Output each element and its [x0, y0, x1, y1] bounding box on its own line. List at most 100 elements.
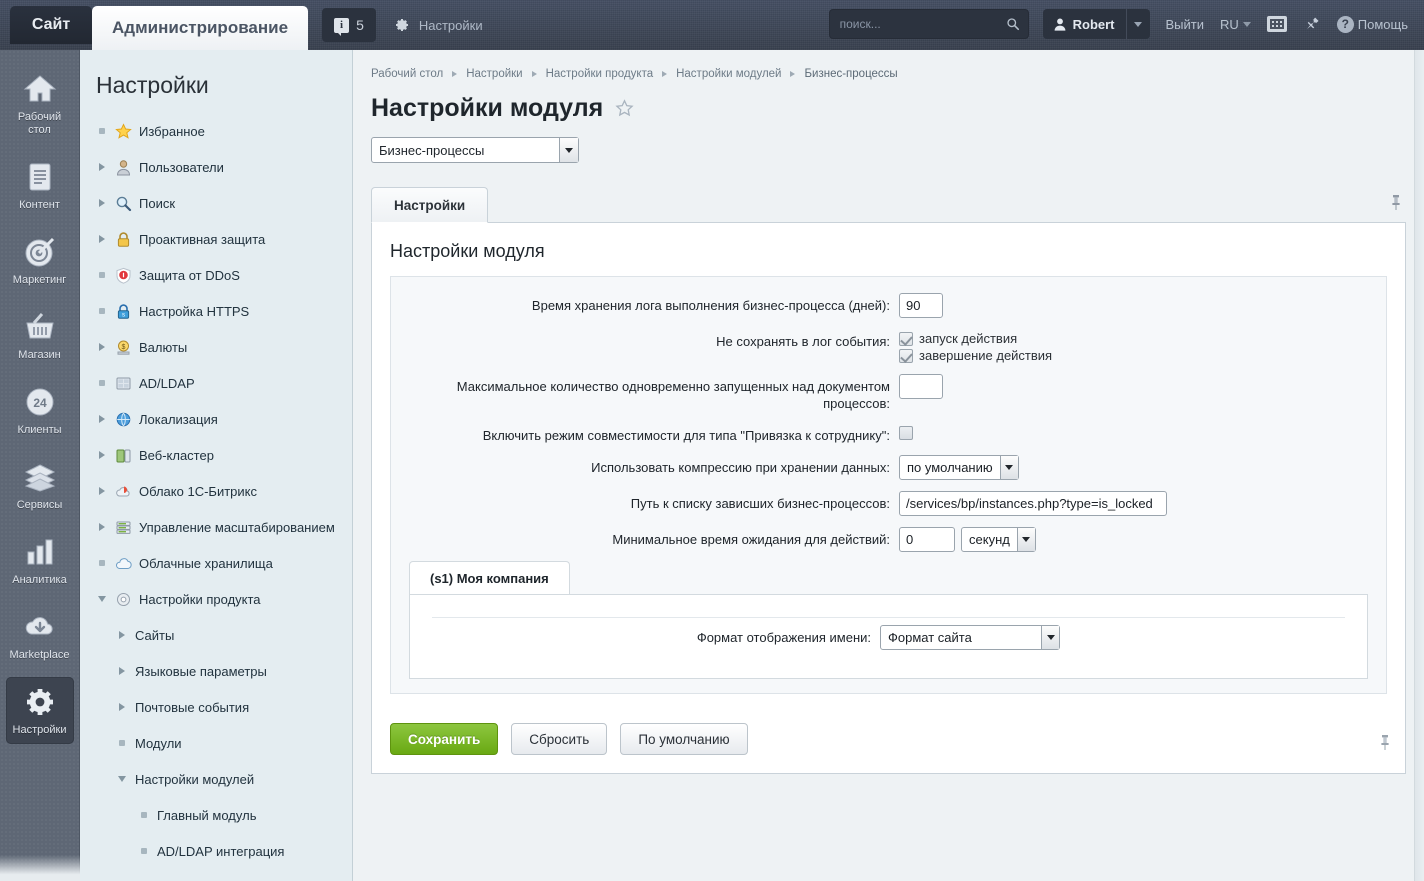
tree-item-web-cluster[interactable]: Веб-кластер — [80, 437, 352, 473]
min-wait-input[interactable] — [899, 527, 955, 552]
keyboard-icon[interactable] — [1266, 16, 1287, 32]
tree-item-main-module[interactable]: Главный модуль — [80, 797, 352, 833]
tree-expander[interactable] — [96, 521, 108, 533]
tree-item-label: Языковые параметры — [135, 663, 267, 679]
tree-item-users[interactable]: Пользователи — [80, 149, 352, 185]
notifications-counter[interactable]: i 5 — [322, 8, 376, 42]
compression-select[interactable]: по умолчанию — [899, 455, 1019, 480]
language-switcher[interactable]: RU — [1220, 9, 1251, 39]
target-icon — [25, 237, 54, 267]
tree-item-mail-events[interactable]: Почтовые события — [80, 689, 352, 725]
tree-item-localization[interactable]: Локализация — [80, 401, 352, 437]
chevron-down-icon[interactable] — [1016, 528, 1035, 551]
tree-item-module-settings[interactable]: Настройки модулей — [80, 761, 352, 797]
rail-item-analytics[interactable]: Аналитика — [6, 527, 74, 594]
tree-expander[interactable] — [96, 485, 108, 497]
search-box[interactable] — [828, 9, 1029, 39]
breadcrumb-item[interactable]: Настройки модулей — [676, 68, 781, 80]
tree-expander[interactable] — [116, 665, 128, 677]
rail-item-settings[interactable]: Настройки — [5, 677, 74, 744]
rail-item-clients[interactable]: 24 Клиенты — [6, 377, 74, 444]
rail-item-marketing[interactable]: Маркетинг — [6, 227, 74, 294]
user-menu-dropdown[interactable] — [1125, 9, 1150, 39]
checkbox-compat-mode[interactable] — [899, 426, 913, 440]
user-menu[interactable]: Robert — [1042, 9, 1150, 39]
name-format-select[interactable]: Формат сайта — [880, 625, 1060, 650]
cloud-download-icon — [25, 617, 53, 635]
tree-expander[interactable] — [96, 233, 108, 245]
help-link[interactable]: ? Помощь — [1336, 9, 1408, 39]
search-icon[interactable] — [1006, 17, 1020, 31]
tree-expander[interactable] — [96, 341, 108, 353]
tree-item-bitrix-cloud[interactable]: Облако 1С-Битрикс — [80, 473, 352, 509]
pin-icon[interactable] — [1388, 193, 1404, 211]
tab-settings[interactable]: Настройки — [371, 187, 489, 223]
tree-expander[interactable] — [96, 413, 108, 425]
tree-item-favorites[interactable]: Избранное — [80, 113, 352, 149]
default-button[interactable]: По умолчанию — [620, 723, 748, 755]
tree-item-ad-ldap[interactable]: AD/LDAP — [80, 365, 352, 401]
info-icon: i — [334, 17, 350, 36]
tree-expander[interactable] — [96, 197, 108, 209]
svg-text:24: 24 — [33, 396, 47, 410]
header-settings-link[interactable]: Настройки — [394, 8, 483, 42]
rail-item-desktop[interactable]: Рабочий стол — [6, 64, 74, 144]
tree-item-ddos-protection[interactable]: Защита от DDoS — [80, 257, 352, 293]
chevron-down-icon[interactable] — [999, 456, 1018, 479]
pin-icon[interactable] — [1305, 16, 1321, 32]
site-tab-s1[interactable]: (s1) Моя компания — [409, 561, 570, 595]
tree-item-sites[interactable]: Сайты — [80, 617, 352, 653]
rail-item-shop[interactable]: Магазин — [6, 302, 74, 369]
rail-item-services[interactable]: Сервисы — [6, 452, 74, 519]
tree-item-cloud-storage[interactable]: Облачные хранилища — [80, 545, 352, 581]
pin-icon[interactable] — [1377, 733, 1393, 751]
tree-item-modules[interactable]: Модули — [80, 725, 352, 761]
star-outline-icon[interactable] — [615, 99, 634, 118]
tree-item-language-params[interactable]: Языковые параметры — [80, 653, 352, 689]
field-control — [899, 374, 943, 399]
breadcrumb-item[interactable]: Настройки — [466, 68, 522, 80]
user-icon — [1054, 18, 1066, 31]
chevron-down-icon[interactable] — [1041, 626, 1059, 649]
tree-item-proactive-protection[interactable]: Проактивная защита — [80, 221, 352, 257]
rail-item-marketplace[interactable]: Marketplace — [6, 602, 74, 669]
min-wait-unit-select[interactable]: секунд — [961, 527, 1036, 552]
tree-expander[interactable] — [116, 629, 128, 641]
tree-expander[interactable] — [96, 161, 108, 173]
checkbox-row-end-action[interactable]: завершение действия — [899, 348, 1052, 363]
checkbox-start-action[interactable] — [899, 331, 913, 346]
save-button[interactable]: Сохранить — [390, 723, 499, 755]
tree-expander[interactable] — [116, 701, 128, 713]
tree-item-search[interactable]: Поиск — [80, 185, 352, 221]
chevron-down-icon — [1134, 21, 1142, 27]
tree-item-product-settings[interactable]: Настройки продукта — [80, 581, 352, 617]
hung-path-input[interactable] — [899, 491, 1167, 516]
chevron-down-icon[interactable] — [559, 138, 578, 162]
tab-administration[interactable]: Администрирование — [92, 6, 309, 50]
logout-link[interactable]: Выйти — [1166, 9, 1205, 39]
tree-item-currencies[interactable]: $ Валюты — [80, 329, 352, 365]
breadcrumb-item[interactable]: Настройки продукта — [546, 68, 654, 80]
tree-item-scaling[interactable]: Управление масштабированием — [80, 509, 352, 545]
top-header-bar: Сайт Администрирование i 5 Настройки пои… — [0, 0, 1424, 50]
log-retention-input[interactable] — [899, 293, 943, 318]
tree-expander[interactable] — [96, 449, 108, 461]
reset-button[interactable]: Сбросить — [511, 723, 608, 755]
breadcrumb-separator-icon — [452, 71, 458, 77]
breadcrumb-item[interactable]: Рабочий стол — [371, 68, 443, 80]
tree-item-https-settings[interactable]: s Настройка HTTPS — [80, 293, 352, 329]
max-parallel-input[interactable] — [899, 374, 943, 399]
module-select[interactable]: Бизнес-процессы — [371, 137, 579, 163]
search-input[interactable] — [837, 16, 1006, 32]
tree-item-adldap-integration[interactable]: AD/LDAP интеграция — [80, 833, 352, 869]
checkbox-row-start-action[interactable]: запуск действия — [899, 331, 1052, 346]
tree-item-label: Настройки продукта — [139, 591, 261, 607]
tab-site[interactable]: Сайт — [10, 6, 92, 44]
tree-item-label: Настройка HTTPS — [139, 303, 250, 319]
tree-marker — [96, 269, 108, 281]
checkbox-end-action[interactable] — [899, 348, 913, 363]
rail-item-content[interactable]: Контент — [6, 152, 74, 219]
tree-expander[interactable] — [116, 773, 128, 785]
tree-expander[interactable] — [96, 593, 108, 605]
user-name-button[interactable]: Robert — [1043, 9, 1126, 39]
